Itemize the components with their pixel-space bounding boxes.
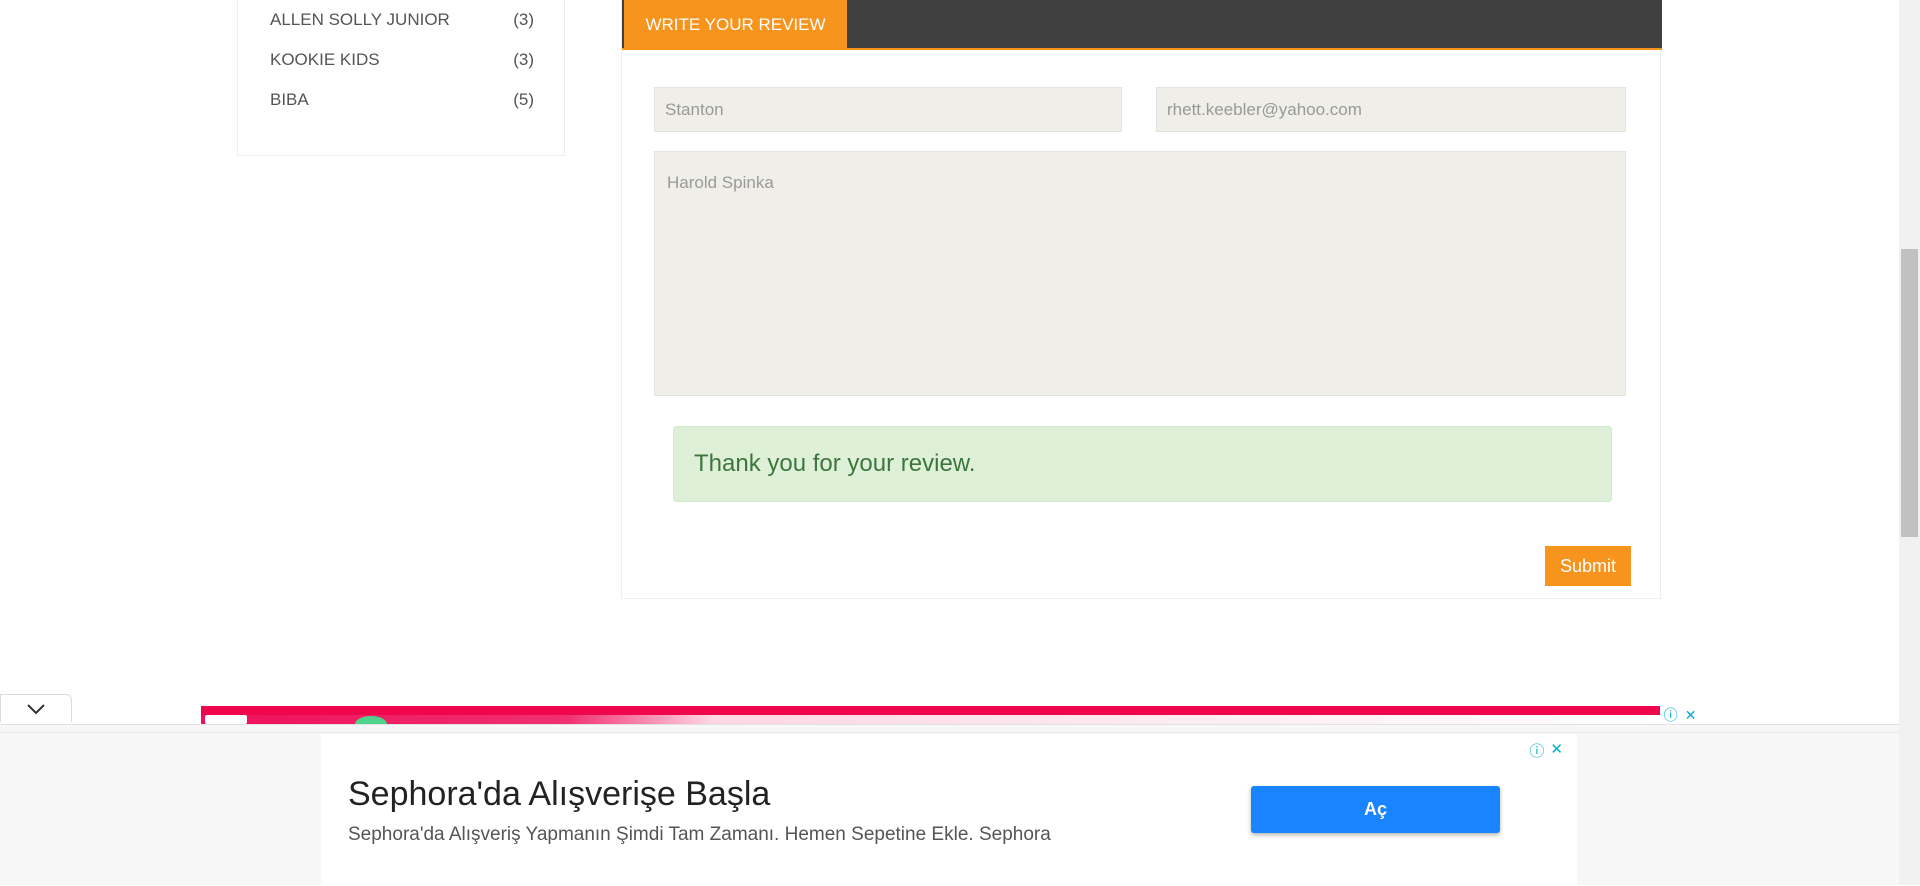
info-icon[interactable]: ⓘ [1664, 705, 1678, 725]
review-header: WRITE YOUR REVIEW [622, 0, 1662, 50]
brand-item[interactable]: ALLEN SOLLY JUNIOR (3) [270, 5, 534, 35]
chevron-down-icon [27, 703, 45, 714]
email-field[interactable] [1156, 87, 1626, 132]
review-panel: WRITE YOUR REVIEW Harold Spinka Thank yo… [621, 0, 1662, 599]
ad-strip-graphic [355, 716, 387, 724]
ad-open-button[interactable]: Aç [1251, 786, 1500, 833]
tab-write-review[interactable]: WRITE YOUR REVIEW [624, 0, 847, 50]
ad-title[interactable]: Sephora'da Alışverişe Başla [348, 775, 770, 814]
ad-container[interactable]: ⓘ ✕ Sephora'da Alışverişe Başla Sephora'… [321, 734, 1577, 886]
scrollbar-thumb[interactable] [1901, 249, 1918, 537]
brand-name: KOOKIE KIDS [270, 50, 380, 69]
name-field[interactable] [654, 87, 1122, 132]
ad-choices: ⓘ ✕ [1529, 740, 1563, 761]
success-message: Thank you for your review. [694, 450, 976, 477]
success-alert: Thank you for your review. [673, 426, 1612, 502]
brand-count: (5) [513, 90, 534, 109]
brand-name: ALLEN SOLLY JUNIOR [270, 10, 450, 29]
ad-strip-bar [201, 706, 1662, 715]
page-scrollbar[interactable] [1899, 0, 1920, 885]
ad-strip-logo [205, 715, 247, 724]
submit-button[interactable]: Submit [1545, 546, 1631, 586]
brand-item[interactable]: KOOKIE KIDS (3) [270, 45, 534, 75]
close-icon[interactable]: ✕ [1685, 707, 1697, 724]
brand-filter-panel: (3) ALLEN SOLLY JUNIOR (3) KOOKIE KIDS (… [237, 0, 565, 156]
brand-count: (3) [513, 10, 534, 29]
brand-name: BIBA [270, 90, 309, 109]
close-icon[interactable]: ✕ [1550, 740, 1563, 761]
ad-description: Sephora'da Alışveriş Yapmanın Şimdi Tam … [348, 824, 1051, 845]
brand-count: (3) [513, 50, 534, 69]
ad-strip-controls: ⓘ ✕ [1660, 706, 1700, 724]
ad-banner-strip[interactable] [201, 706, 1662, 724]
ad-collapse-button[interactable] [0, 694, 72, 722]
info-icon[interactable]: ⓘ [1529, 740, 1544, 761]
sticky-ad-bar: ⓘ ✕ Sephora'da Alışverişe Başla Sephora'… [0, 724, 1899, 886]
brand-item[interactable]: BIBA (5) [270, 85, 534, 115]
review-textarea[interactable]: Harold Spinka [654, 151, 1626, 396]
